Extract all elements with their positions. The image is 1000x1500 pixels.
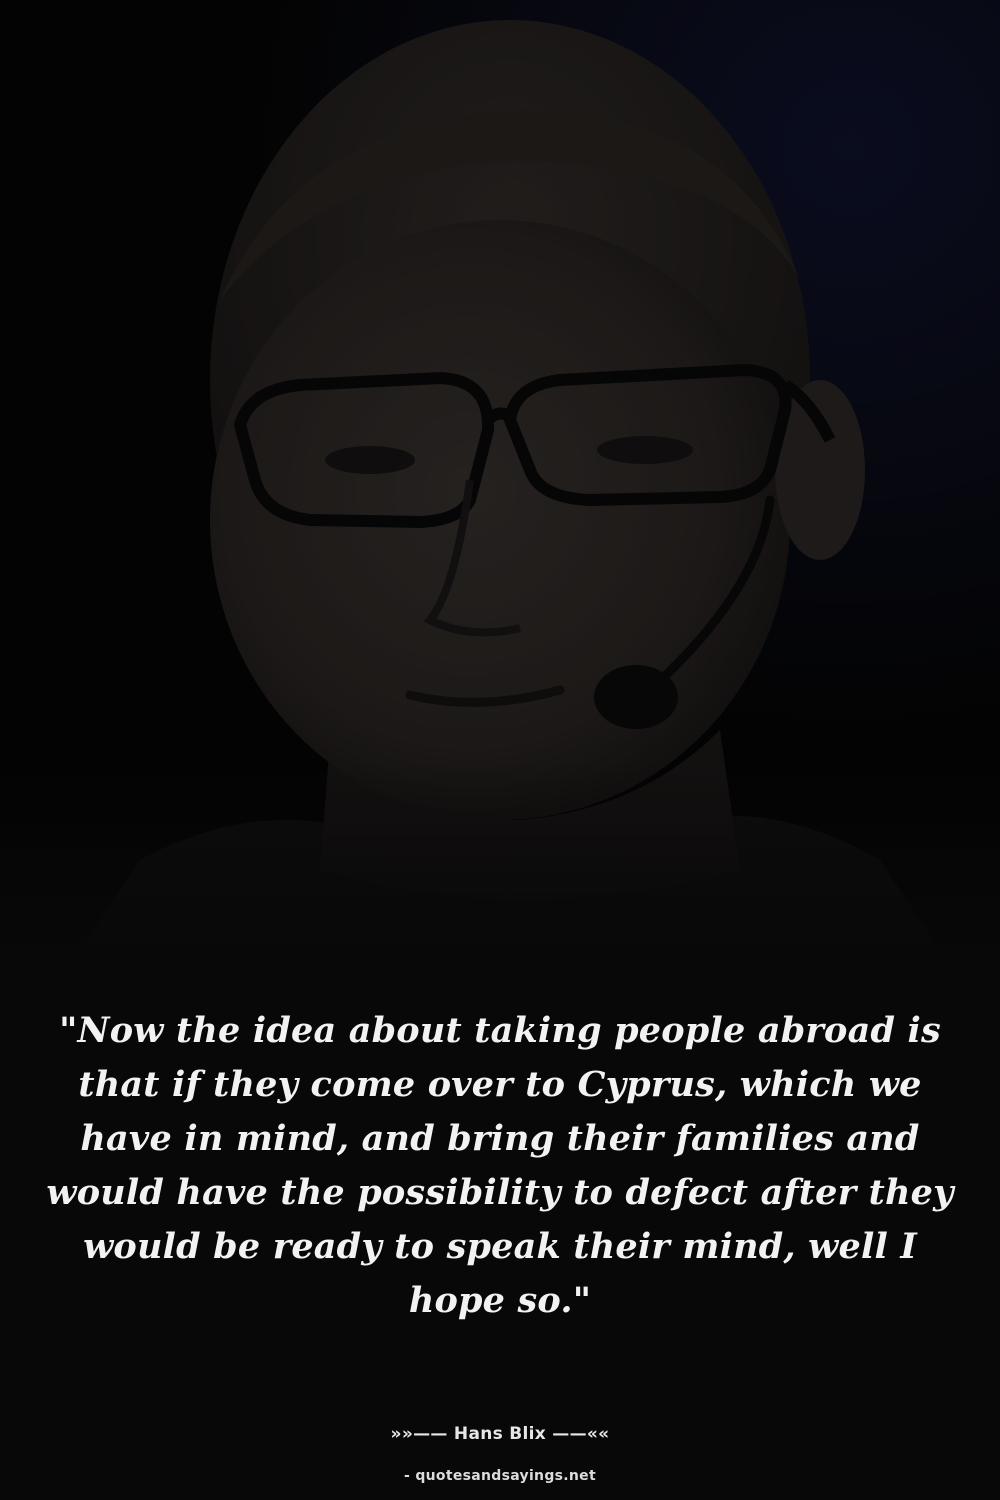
quote-author: »»—— Hans Blix ——«« — [390, 1424, 610, 1444]
quote-card: "Now the idea about taking people abroad… — [0, 0, 1000, 1500]
quote-text: "Now the idea about taking people abroad… — [46, 1010, 954, 1321]
source-watermark: - quotesandsayings.net — [404, 1468, 596, 1484]
